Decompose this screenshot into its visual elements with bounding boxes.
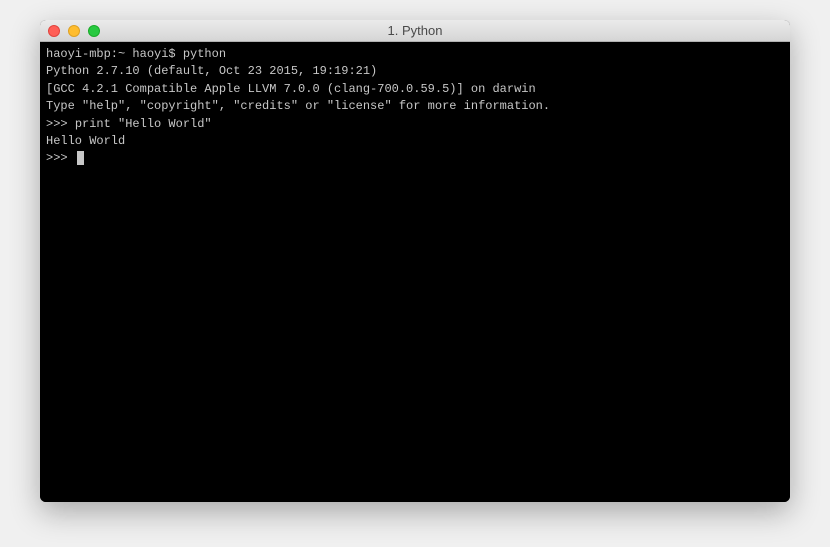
repl-prompt: >>> — [46, 151, 75, 165]
minimize-icon[interactable] — [68, 25, 80, 37]
repl-output: Hello World — [46, 133, 784, 150]
close-icon[interactable] — [48, 25, 60, 37]
output-line: Python 2.7.10 (default, Oct 23 2015, 19:… — [46, 63, 784, 80]
repl-prompt: >>> — [46, 117, 75, 131]
terminal-window: 1. Python haoyi-mbp:~ haoyi$ python Pyth… — [40, 20, 790, 502]
window-title: 1. Python — [40, 23, 790, 38]
shell-command: python — [183, 47, 226, 61]
output-line: [GCC 4.2.1 Compatible Apple LLVM 7.0.0 (… — [46, 81, 784, 98]
output-line: Type "help", "copyright", "credits" or "… — [46, 98, 784, 115]
zoom-icon[interactable] — [88, 25, 100, 37]
traffic-lights — [48, 25, 100, 37]
repl-input: print "Hello World" — [75, 117, 212, 131]
repl-line: >>> — [46, 150, 784, 167]
terminal-body[interactable]: haoyi-mbp:~ haoyi$ python Python 2.7.10 … — [40, 42, 790, 502]
cursor-icon — [77, 151, 84, 165]
shell-line: haoyi-mbp:~ haoyi$ python — [46, 46, 784, 63]
repl-line: >>> print "Hello World" — [46, 116, 784, 133]
titlebar[interactable]: 1. Python — [40, 20, 790, 42]
shell-prompt: haoyi-mbp:~ haoyi$ — [46, 47, 183, 61]
